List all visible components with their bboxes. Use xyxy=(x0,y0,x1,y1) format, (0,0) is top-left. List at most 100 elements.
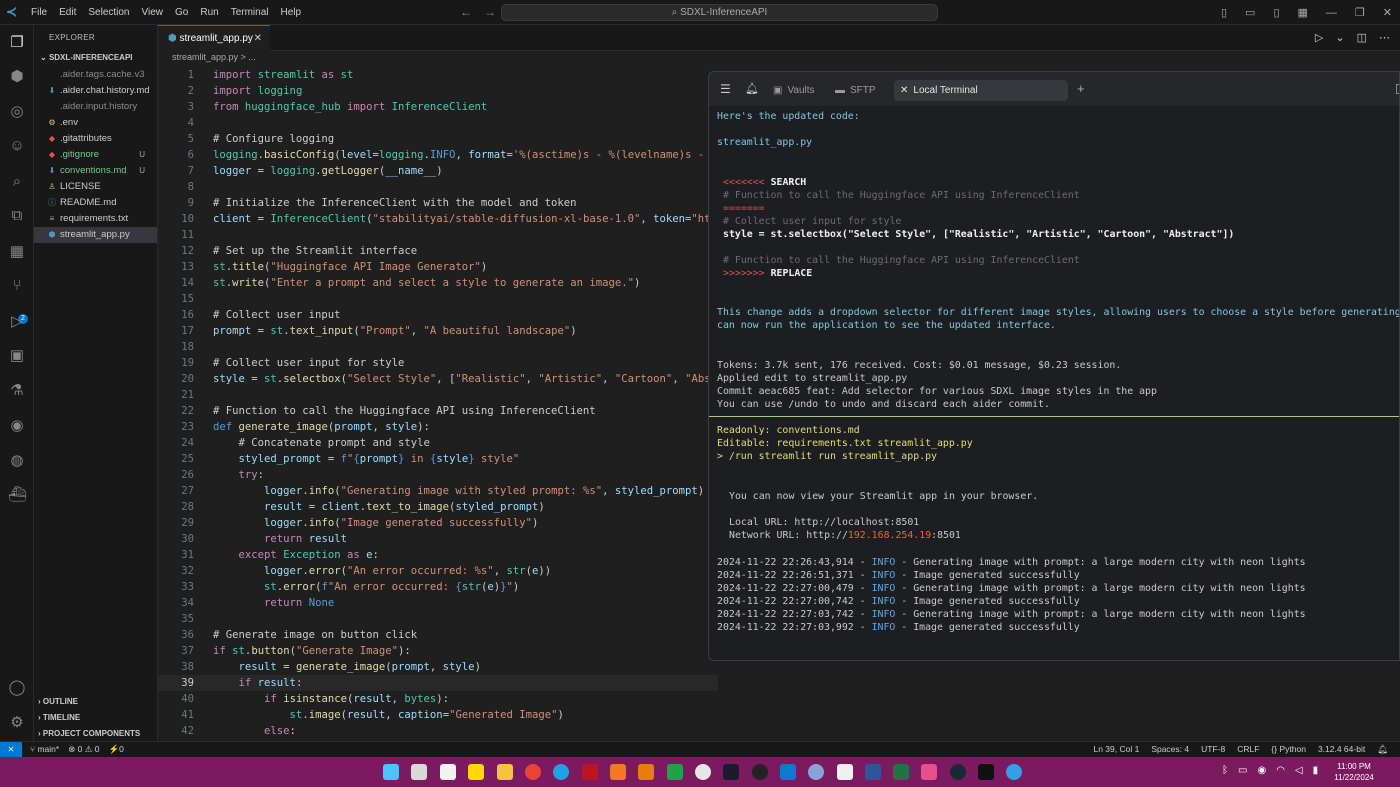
workspace-root[interactable]: ⌄ SDXL-INFERENCEAPI xyxy=(40,53,133,62)
battery-icon[interactable]: ▮ xyxy=(1313,765,1319,776)
extensions-grid-icon[interactable]: ▦ xyxy=(8,243,26,261)
timeline-section[interactable]: › TIMELINE xyxy=(38,713,80,722)
media-app-icon[interactable] xyxy=(582,764,598,780)
breadcrumb[interactable]: streamlit_app.py > ... xyxy=(172,52,256,62)
github-icon[interactable] xyxy=(752,764,768,780)
problems-indicator[interactable]: ⊗ 0 ⚠ 0 xyxy=(68,744,99,755)
run-debug-icon[interactable]: ▷ xyxy=(8,313,26,331)
tab-vaults[interactable]: ▣ Vaults xyxy=(767,80,821,101)
copilot-icon[interactable]: ☺ xyxy=(8,137,26,155)
menu-view[interactable]: View xyxy=(142,7,164,18)
blender-icon[interactable] xyxy=(638,764,654,780)
file-item[interactable]: .aider.input.history xyxy=(34,99,157,115)
sheets-app-icon[interactable] xyxy=(667,764,683,780)
account-icon[interactable]: ◯ xyxy=(8,679,26,697)
source-control-icon[interactable]: ⑂ xyxy=(8,277,26,295)
r-app-icon[interactable] xyxy=(808,764,824,780)
widgets-icon[interactable] xyxy=(440,764,456,780)
cursor-position[interactable]: Ln 39, Col 1 xyxy=(1093,744,1139,755)
branch-indicator[interactable]: ⑂ main* xyxy=(30,744,59,755)
sticky-notes-icon[interactable] xyxy=(468,764,484,780)
toggle-sidebar-icon[interactable]: ▯ xyxy=(1221,6,1227,19)
testing-flask-icon[interactable]: ⚗ xyxy=(8,382,26,400)
chatgpt-icon[interactable] xyxy=(695,764,711,780)
add-tab-icon[interactable]: + xyxy=(1077,81,1085,96)
task-view-icon[interactable] xyxy=(411,764,427,780)
menu-go[interactable]: Go xyxy=(175,7,188,18)
globe-icon[interactable]: ◍ xyxy=(8,452,26,470)
back-arrow-icon[interactable]: ← xyxy=(460,5,472,19)
tray-app-icon[interactable]: ▭ xyxy=(1238,765,1247,776)
bell-icon[interactable]: 🔔︎ xyxy=(745,82,759,95)
file-explorer-icon[interactable] xyxy=(497,764,513,780)
ai-app-icon[interactable] xyxy=(978,764,994,780)
outline-section[interactable]: › OUTLINE xyxy=(38,697,78,706)
file-item[interactable]: ◆ .gitattributes xyxy=(34,131,157,147)
line-ending[interactable]: CRLF xyxy=(1237,744,1259,755)
file-item[interactable]: ⬇ .aider.chat.history.md xyxy=(34,83,157,99)
system-clock[interactable]: 11:00 PM 11/22/2024 xyxy=(1330,761,1378,783)
tab-streamlit-app[interactable]: ⬢ streamlit_app.py ✕ xyxy=(158,25,270,51)
maximize-icon[interactable]: ❐ xyxy=(1355,6,1365,19)
file-item[interactable]: .aider.tags.cache.v3 xyxy=(34,67,157,83)
layout-icon[interactable]: ▦ xyxy=(1298,6,1308,19)
file-item[interactable]: ⓘ README.md xyxy=(34,195,157,211)
file-item[interactable]: ⚙ .env xyxy=(34,115,157,131)
menu-edit[interactable]: Edit xyxy=(59,7,76,18)
python-interpreter[interactable]: 3.12.4 64-bit xyxy=(1318,744,1365,755)
search-icon[interactable]: ⌕ xyxy=(8,173,26,191)
minimize-icon[interactable]: — xyxy=(1326,7,1337,19)
run-icon[interactable]: ▷ xyxy=(1315,31,1323,44)
menu-help[interactable]: Help xyxy=(281,7,302,18)
encoding[interactable]: UTF-8 xyxy=(1201,744,1225,755)
remote-explorer-icon[interactable]: ◎ xyxy=(8,103,26,121)
language-mode[interactable]: {} Python xyxy=(1271,744,1306,755)
close-tab-icon[interactable]: ✕ xyxy=(254,26,262,51)
chrome-icon[interactable] xyxy=(525,764,541,780)
volume-icon[interactable]: ◁ xyxy=(1295,765,1303,776)
toggle-panel-icon[interactable]: ▭ xyxy=(1245,6,1255,19)
menu-terminal[interactable]: Terminal xyxy=(231,7,269,18)
alien-icon[interactable]: ◉ xyxy=(8,417,26,435)
terminal-app-icon[interactable] xyxy=(723,764,739,780)
file-item-selected[interactable]: ⬢ streamlit_app.py xyxy=(34,227,157,243)
photos-icon[interactable] xyxy=(921,764,937,780)
command-center-search[interactable]: ⌕ SDXL-InferenceAPI xyxy=(501,4,938,21)
project-components-section[interactable]: › PROJECT COMPONENTS xyxy=(38,729,140,738)
close-icon[interactable]: ✕ xyxy=(1383,6,1392,19)
code-editor[interactable]: 1 import streamlit as st 2 import logging … xyxy=(158,66,718,741)
more-actions-icon[interactable]: ⋯ xyxy=(1379,31,1390,44)
file-item[interactable]: ◆ .gitignore U xyxy=(34,147,157,163)
settings-gear-icon[interactable]: ⚙ xyxy=(8,714,26,732)
indentation[interactable]: Spaces: 4 xyxy=(1151,744,1189,755)
close-icon[interactable]: ✕ xyxy=(900,80,908,101)
file-item[interactable]: ⬇ conventions.md U xyxy=(34,163,157,179)
extensions-icon[interactable]: ⧉ xyxy=(8,207,26,225)
wifi-icon[interactable]: ◠ xyxy=(1276,765,1285,776)
tray-app-icon[interactable]: ◉ xyxy=(1257,765,1266,776)
tab-sftp[interactable]: ▬ SFTP xyxy=(829,80,882,101)
windows-start-icon[interactable] xyxy=(383,764,399,780)
browser-icon[interactable] xyxy=(1006,764,1022,780)
notifications-bell-icon[interactable]: 🔔︎ xyxy=(1377,744,1388,755)
menu-run[interactable]: Run xyxy=(200,7,218,18)
menu-file[interactable]: File xyxy=(31,7,47,18)
qr-app-icon[interactable] xyxy=(837,764,853,780)
explorer-icon[interactable]: ❐ xyxy=(8,34,26,52)
edge-icon[interactable] xyxy=(553,764,569,780)
word-icon[interactable] xyxy=(865,764,881,780)
remote-indicator-icon[interactable]: ⨯ xyxy=(0,742,22,758)
vscode-taskbar-icon[interactable] xyxy=(780,764,796,780)
remote-window-icon[interactable]: ▣ xyxy=(8,347,26,365)
menu-hamburger-icon[interactable]: ☰ xyxy=(720,82,731,96)
office-app-icon[interactable] xyxy=(610,764,626,780)
window-icon[interactable] xyxy=(1396,84,1399,94)
file-item[interactable]: ≡ requirements.txt xyxy=(34,211,157,227)
tab-local-terminal[interactable]: ✕ Local Terminal xyxy=(894,80,1068,101)
split-editor-icon[interactable]: ◫ xyxy=(1357,31,1367,44)
steam-icon[interactable] xyxy=(950,764,966,780)
docker-icon[interactable]: ⛴ xyxy=(8,486,27,504)
file-item[interactable]: ♙ LICENSE xyxy=(34,179,157,195)
ports-indicator[interactable]: ⚡0 xyxy=(109,744,124,755)
toggle-secondary-sidebar-icon[interactable]: ▯ xyxy=(1273,6,1279,19)
